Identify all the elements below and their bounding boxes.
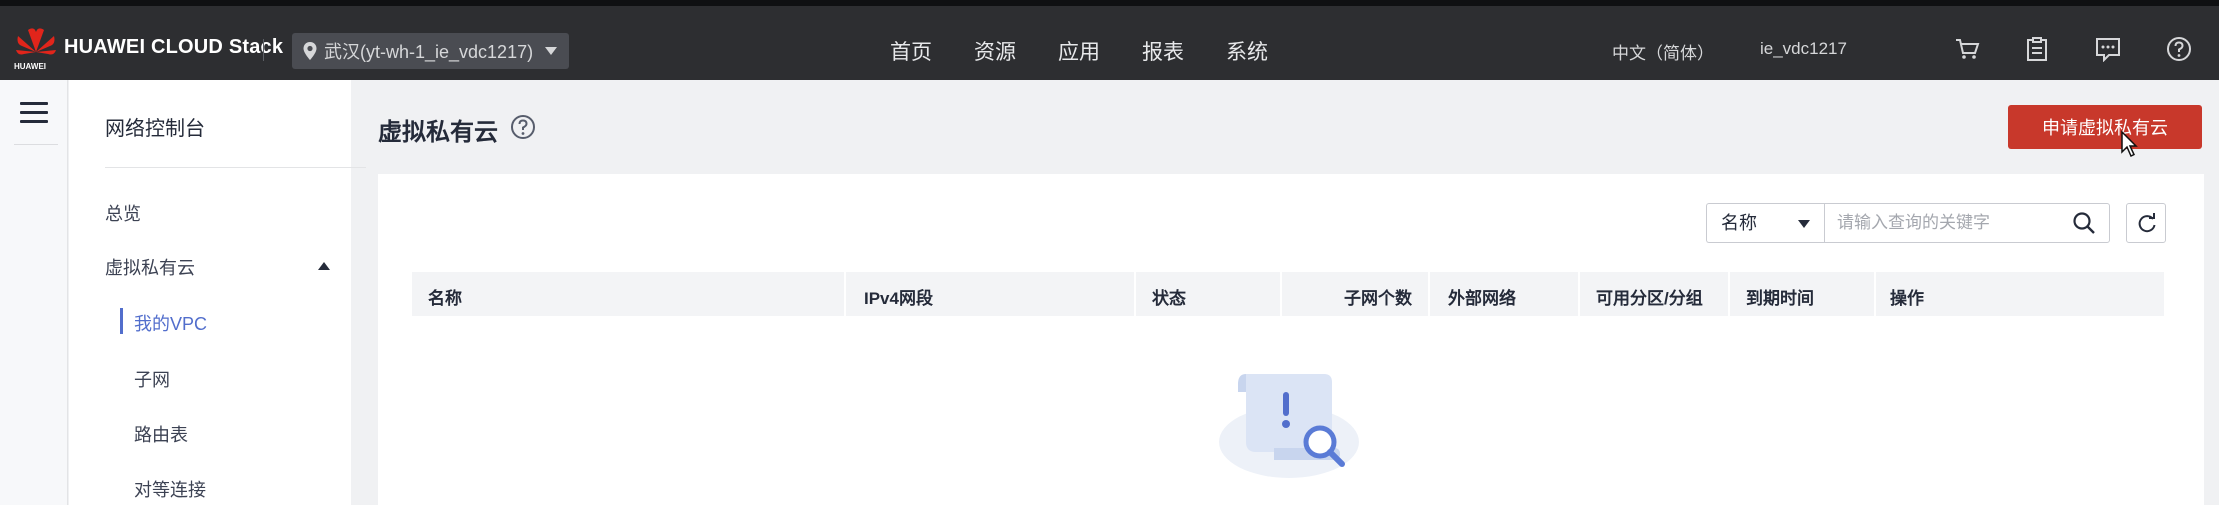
- brand-name: HUAWEI CLOUD Stack: [64, 35, 284, 58]
- filter-field-label: 名称: [1721, 213, 1757, 233]
- sidebar-item-my-vpc[interactable]: 我的VPC: [134, 310, 207, 336]
- language-switch[interactable]: 中文（简体）: [1612, 39, 1714, 64]
- column-divider: [844, 272, 846, 316]
- column-divider: [1134, 272, 1136, 316]
- side-menu: 网络控制台: [69, 80, 366, 505]
- chevron-down-icon: [1798, 220, 1810, 228]
- refresh-icon: [2138, 213, 2156, 233]
- column-divider: [1428, 272, 1430, 316]
- sidebar-item-overview[interactable]: 总览: [105, 200, 141, 226]
- user-menu[interactable]: ie_vdc1217: [1760, 39, 1847, 59]
- active-indicator: [120, 308, 123, 334]
- sidebar-item-vpc[interactable]: 虚拟私有云: [105, 254, 195, 280]
- nav-home[interactable]: 首页: [890, 36, 974, 66]
- huawei-logo[interactable]: HUAWEI CLOUD Stack HUAWEI: [14, 24, 284, 71]
- create-vpc-button[interactable]: 申请虚拟私有云: [2008, 105, 2202, 149]
- column-divider: [1874, 272, 1876, 316]
- column-header-name[interactable]: 名称: [428, 284, 462, 309]
- clipboard-icon[interactable]: [2024, 36, 2050, 62]
- message-icon[interactable]: [2095, 36, 2121, 62]
- mouse-cursor-icon: [2121, 130, 2138, 158]
- column-divider: [1280, 272, 1282, 316]
- header-divider: [263, 39, 264, 61]
- cart-icon[interactable]: [1954, 36, 1980, 62]
- column-header-az-group[interactable]: 可用分区/分组: [1596, 284, 1703, 309]
- chevron-down-icon: [545, 47, 557, 55]
- search-input[interactable]: [1824, 203, 2110, 243]
- hamburger-menu-icon[interactable]: [20, 102, 48, 124]
- page-title: 虚拟私有云: [378, 119, 498, 146]
- rail-divider: [14, 144, 58, 145]
- search-icon[interactable]: [2072, 211, 2096, 235]
- column-header-actions[interactable]: 操作: [1890, 284, 1924, 309]
- column-header-subnet-count[interactable]: 子网个数: [1344, 284, 1412, 309]
- table-header: 名称 IPv4网段 状态 子网个数 外部网络 可用分区/分组 到期时间 操作: [412, 272, 2164, 316]
- side-menu-divider: [105, 167, 366, 168]
- nav-resources[interactable]: 资源: [974, 36, 1058, 66]
- filter-field-select[interactable]: 名称: [1706, 203, 1824, 243]
- sidebar-item-subnet[interactable]: 子网: [134, 366, 170, 392]
- brand-small: HUAWEI: [14, 62, 46, 71]
- empty-state-illustration: [1219, 374, 1359, 478]
- help-circle-icon[interactable]: [510, 114, 536, 140]
- main-nav: 首页 资源 应用 报表 系统: [890, 36, 1310, 66]
- left-rail: [0, 80, 68, 505]
- column-header-expiry[interactable]: 到期时间: [1746, 284, 1814, 309]
- column-header-external-network[interactable]: 外部网络: [1448, 284, 1516, 309]
- nav-system[interactable]: 系统: [1226, 36, 1310, 66]
- column-divider: [1578, 272, 1580, 316]
- nav-reports[interactable]: 报表: [1142, 36, 1226, 66]
- refresh-button[interactable]: [2126, 203, 2166, 243]
- location-pin-icon: [303, 42, 317, 60]
- nav-apps[interactable]: 应用: [1058, 36, 1142, 66]
- column-header-status[interactable]: 状态: [1152, 284, 1186, 309]
- sidebar-item-peering[interactable]: 对等连接: [134, 476, 206, 502]
- chevron-up-icon[interactable]: [318, 262, 330, 270]
- region-selector[interactable]: 武汉(yt-wh-1_ie_vdc1217): [292, 33, 569, 69]
- column-divider: [1728, 272, 1730, 316]
- top-bar: HUAWEI CLOUD Stack HUAWEI 武汉(yt-wh-1_ie_…: [0, 0, 2219, 80]
- help-icon[interactable]: [2166, 36, 2192, 62]
- side-menu-title: 网络控制台: [105, 118, 205, 140]
- region-label: 武汉(yt-wh-1_ie_vdc1217): [324, 42, 534, 62]
- column-header-ipv4[interactable]: IPv4网段: [864, 284, 933, 309]
- sidebar-item-route-table[interactable]: 路由表: [134, 421, 188, 447]
